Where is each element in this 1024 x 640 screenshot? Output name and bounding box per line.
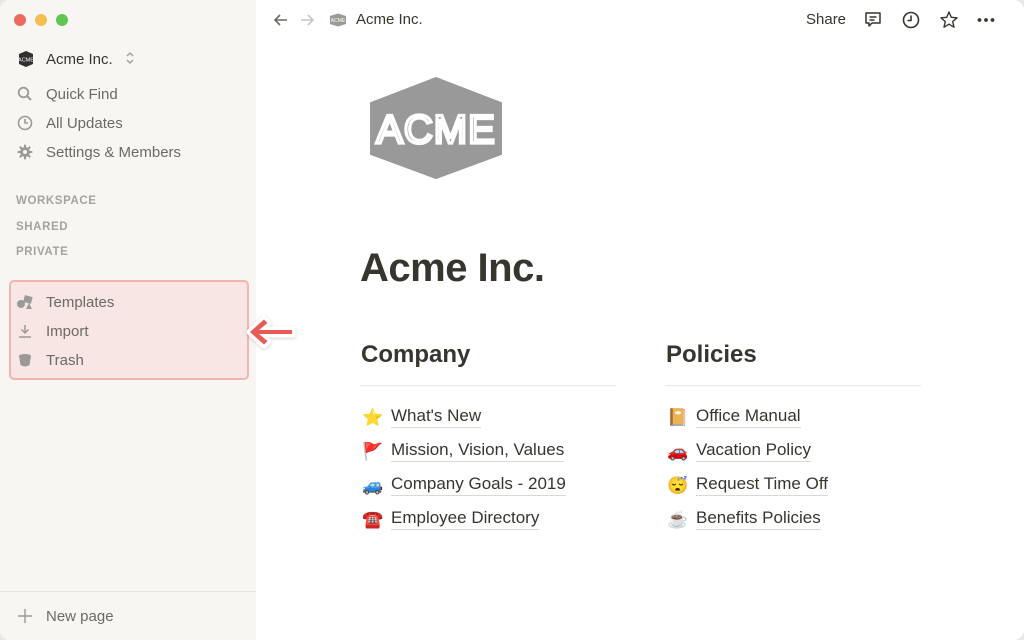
share-button[interactable]: Share [806,11,846,28]
close-window-button[interactable] [14,14,26,26]
divider [360,385,616,386]
car-emoji-icon: 🚙 [362,475,384,495]
section-private[interactable]: PRIVATE [16,246,68,258]
page-title[interactable]: Acme Inc. [360,246,545,291]
link-label: Company Goals - 2019 [391,474,566,496]
page-link-mission-vision-values[interactable]: 🚩 Mission, Vision, Values [360,434,616,468]
sidebar-item-label: Quick Find [46,85,118,103]
search-icon [16,85,34,103]
acme-logo-icon: ACME [18,51,34,67]
comment-icon[interactable] [863,10,883,30]
svg-text:ACME: ACME [331,18,346,24]
sidebar-item-label: All Updates [46,114,123,132]
company-column: Company ⭐ What's New 🚩 Mission, Vision, … [360,341,616,536]
page-link-company-goals[interactable]: 🚙 Company Goals - 2019 [360,468,616,502]
flag-emoji-icon: 🚩 [362,441,384,461]
divider [665,385,921,386]
link-label: What's New [391,406,482,428]
acme-logo-icon: ACME [330,13,346,26]
breadcrumb-title: Acme Inc. [356,11,423,28]
plus-icon [16,607,34,625]
sidebar-item-templates[interactable]: Templates [16,290,114,314]
sidebar: ACME Acme Inc. Quick Find All Updates Se… [0,0,256,640]
app-window: ACME Acme Inc. Quick Find All Updates Se… [0,0,1024,640]
download-icon [16,322,34,340]
page-link-vacation-policy[interactable]: 🚗 Vacation Policy [665,434,921,468]
column-heading: Policies [666,341,757,368]
new-page-label: New page [46,607,114,625]
arrow-left-annotation-icon [246,315,296,349]
history-icon[interactable] [901,10,921,30]
page-link-employee-directory[interactable]: ☎️ Employee Directory [360,502,616,536]
page-link-benefits-policies[interactable]: ☕ Benefits Policies [665,502,921,536]
svg-text:ACME: ACME [18,58,34,64]
notebook-emoji-icon: 📔 [667,407,689,427]
column-heading: Company [361,341,471,368]
more-icon[interactable] [976,10,996,30]
templates-icon [16,293,34,311]
forward-arrow-icon[interactable] [298,11,316,29]
link-label: Request Time Off [696,474,828,496]
workspace-switcher[interactable]: ACME Acme Inc. [16,49,135,69]
back-arrow-icon[interactable] [272,11,290,29]
gear-icon [16,143,34,161]
sidebar-item-import[interactable]: Import [16,319,89,343]
zoom-window-button[interactable] [56,14,68,26]
sidebar-item-label: Trash [46,351,84,369]
policies-column: Policies 📔 Office Manual 🚗 Vacation Poli… [665,341,921,536]
link-label: Employee Directory [391,508,540,530]
topbar: ACME Acme Inc. Share [256,0,1024,40]
page-link-office-manual[interactable]: 📔 Office Manual [665,400,921,434]
star-emoji-icon: ⭐ [362,407,384,427]
telephone-emoji-icon: ☎️ [362,509,384,529]
chevron-up-down-icon [125,51,135,68]
page-icon-acme-logo[interactable]: ACME [369,77,503,179]
link-label: Office Manual [696,406,801,428]
page-link-request-time-off[interactable]: 😴 Request Time Off [665,468,921,502]
sidebar-divider [0,591,256,592]
window-controls [14,14,68,26]
link-label: Mission, Vision, Values [391,440,565,462]
workspace-name: Acme Inc. [46,50,113,68]
sidebar-item-trash[interactable]: Trash [16,348,84,372]
section-shared[interactable]: SHARED [16,221,68,233]
sidebar-item-label: Import [46,322,89,340]
sidebar-item-label: Settings & Members [46,143,182,161]
page-link-whats-new[interactable]: ⭐ What's New [360,400,616,434]
star-icon[interactable] [939,10,959,30]
link-label: Benefits Policies [696,508,821,530]
sidebar-item-label: Templates [46,293,115,311]
coffee-emoji-icon: ☕ [667,509,689,529]
trash-icon [16,351,34,369]
sidebar-item-all-updates[interactable]: All Updates [16,111,123,135]
sidebar-item-settings-members[interactable]: Settings & Members [16,140,181,164]
minimize-window-button[interactable] [35,14,47,26]
red-car-emoji-icon: 🚗 [667,441,689,461]
link-label: Vacation Policy [696,440,811,462]
breadcrumb[interactable]: ACME Acme Inc. [328,11,423,28]
svg-text:ACME: ACME [376,108,496,152]
sleeping-face-emoji-icon: 😴 [667,475,689,495]
new-page-button[interactable]: New page [16,604,114,628]
sidebar-item-quick-find[interactable]: Quick Find [16,82,118,106]
section-workspace[interactable]: WORKSPACE [16,195,97,207]
clock-icon [16,114,34,132]
